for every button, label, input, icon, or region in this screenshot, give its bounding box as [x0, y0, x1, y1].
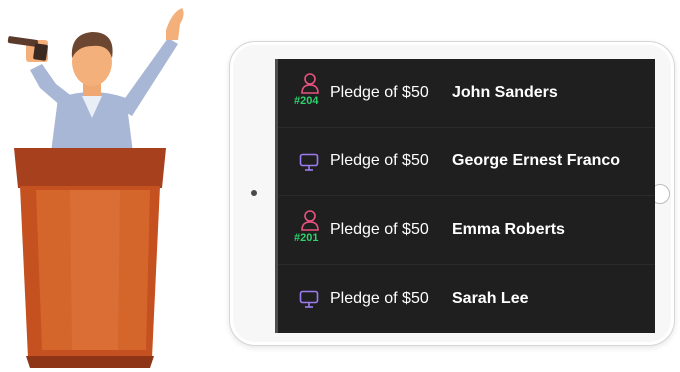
person-icon — [301, 73, 319, 94]
pledge-feed: #204 Pledge of $50 John Sanders Pledge o… — [275, 59, 655, 333]
pledge-number-badge: #201 — [294, 232, 319, 244]
pledge-amount: Pledge of $50 — [330, 83, 429, 101]
pledge-row[interactable]: Pledge of $50 Sarah Lee — [278, 265, 655, 334]
donor-name: George Ernest Franco — [452, 152, 621, 170]
donor-name: John Sanders — [452, 83, 558, 101]
pledge-amount: Pledge of $50 — [330, 152, 429, 170]
camera-dot — [251, 190, 257, 196]
auctioneer-illustration — [7, 8, 184, 368]
pledge-amount: Pledge of $50 — [330, 220, 429, 238]
pledge-icon-cell — [295, 128, 329, 196]
pledge-row[interactable]: Pledge of $50 George Ernest Franco — [278, 128, 655, 196]
pledge-row[interactable]: #201 Pledge of $50 Emma Roberts — [278, 196, 655, 265]
pledge-amount: Pledge of $50 — [330, 289, 429, 307]
pledge-icon-cell — [295, 265, 329, 334]
pledge-number-badge: #204 — [294, 95, 319, 107]
monitor-icon — [299, 290, 319, 308]
pledge-icon-cell: #201 — [294, 196, 329, 264]
pledge-row[interactable]: #204 Pledge of $50 John Sanders — [278, 59, 655, 128]
donor-name: Emma Roberts — [452, 220, 565, 238]
tablet-device: #204 Pledge of $50 John Sanders Pledge o… — [229, 41, 675, 346]
monitor-icon — [299, 153, 319, 171]
donor-name: Sarah Lee — [452, 289, 529, 307]
person-icon — [301, 210, 319, 231]
pledge-icon-cell: #204 — [294, 59, 329, 127]
